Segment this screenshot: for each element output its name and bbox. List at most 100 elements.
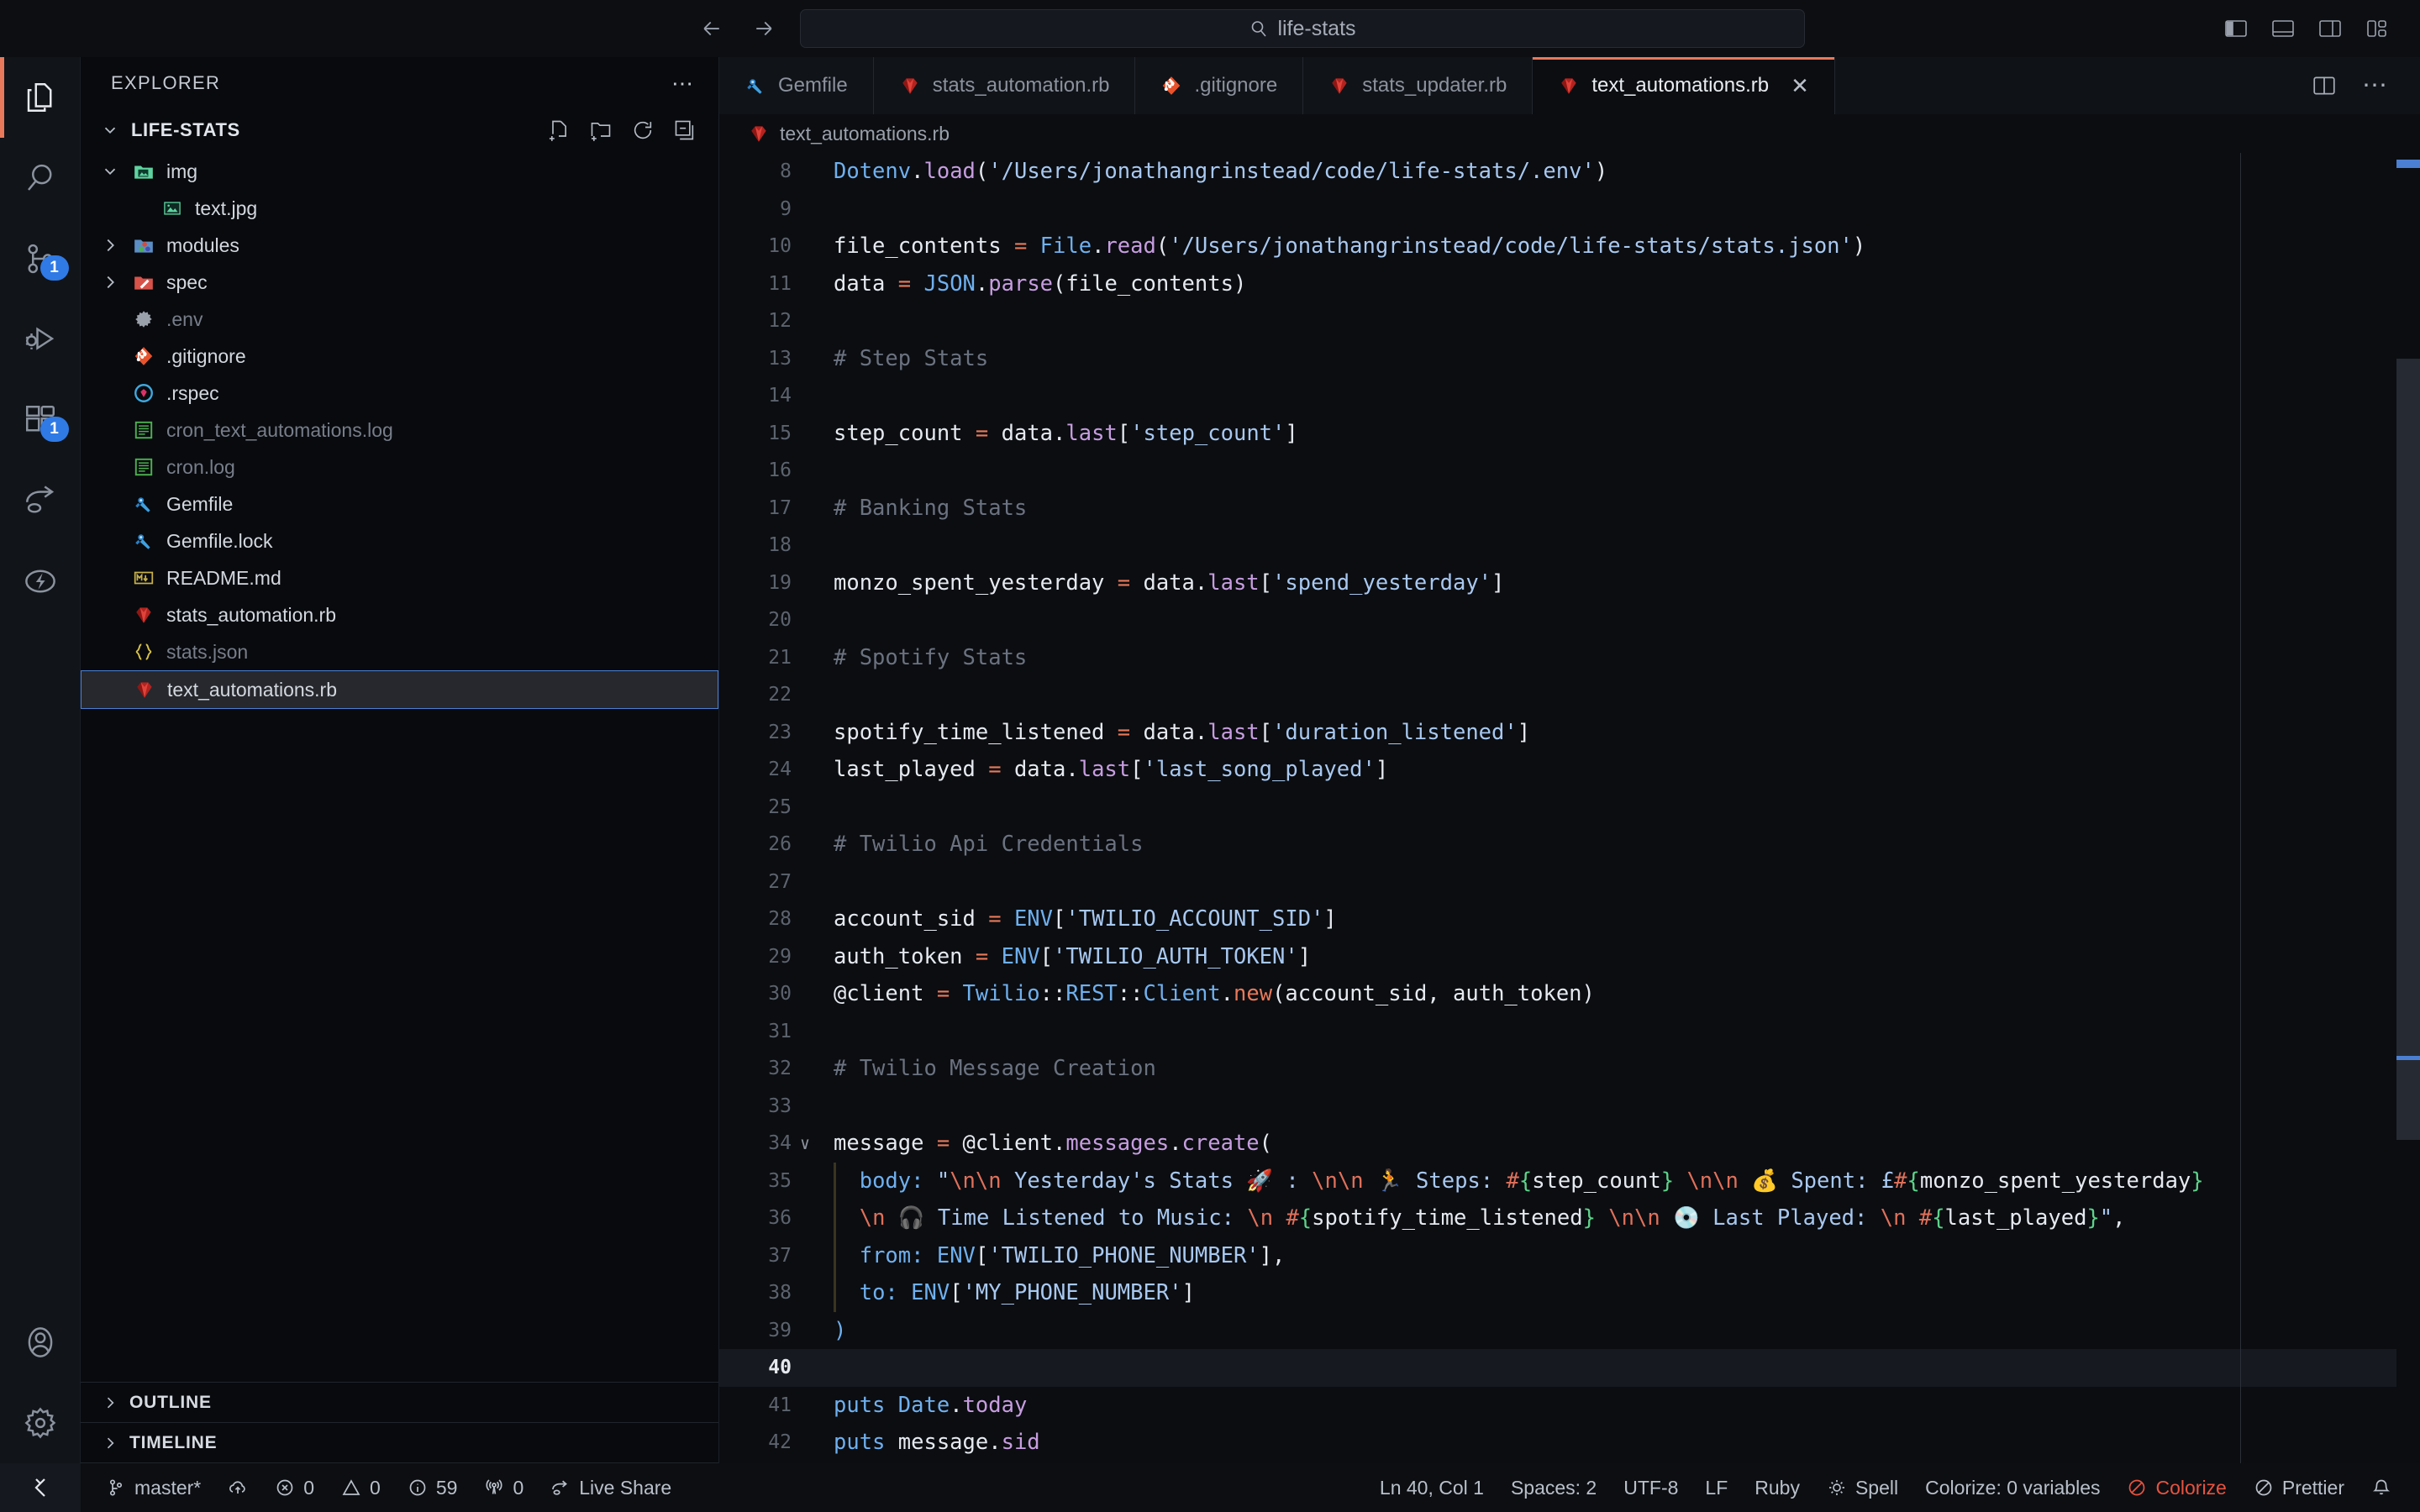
tree-item--gitignore[interactable]: .gitignore — [81, 338, 718, 375]
new-file-icon[interactable] — [547, 118, 571, 142]
code-line[interactable]: 25 — [719, 789, 2420, 827]
tree-item-img[interactable]: img — [81, 153, 718, 190]
toggle-secondary-sidebar-icon[interactable] — [2317, 16, 2343, 41]
activity-search[interactable] — [0, 138, 81, 218]
code-line[interactable]: 14 — [719, 377, 2420, 415]
tree-item-text-jpg[interactable]: text.jpg — [81, 190, 718, 227]
status-ports[interactable]: 0 — [471, 1463, 537, 1512]
tree-item-gemfile-lock[interactable]: Gemfile.lock — [81, 522, 718, 559]
status-spell-checker[interactable]: Spell — [1813, 1463, 1912, 1512]
code-line[interactable]: 30 @client = Twilio::REST::Client.new(acc… — [719, 975, 2420, 1013]
code-line[interactable]: 21 # Spotify Stats — [719, 639, 2420, 677]
tree-item-text-automations-rb[interactable]: text_automations.rb — [81, 670, 718, 709]
status-infos[interactable]: 59 — [394, 1463, 471, 1512]
code-line[interactable]: 41 puts Date.today — [719, 1387, 2420, 1425]
code-line[interactable]: 39) — [719, 1312, 2420, 1350]
status-errors[interactable]: 0 — [261, 1463, 328, 1512]
code-line[interactable]: 22 — [719, 676, 2420, 714]
status-colorize-variables[interactable]: Colorize: 0 variables — [1912, 1463, 2113, 1512]
code-line[interactable]: 32 # Twilio Message Creation — [719, 1050, 2420, 1088]
code-line[interactable]: 23 spotify_time_listened = data.last['dur… — [719, 714, 2420, 752]
command-center-search[interactable]: life-stats — [800, 9, 1805, 48]
code-line[interactable]: 37 from: ENV['TWILIO_PHONE_NUMBER'], — [719, 1236, 2420, 1274]
code-line[interactable]: 43 — [719, 1462, 2420, 1464]
status-language-mode[interactable]: Ruby — [1741, 1463, 1813, 1512]
tree-item-stats-json[interactable]: stats.json — [81, 633, 718, 670]
close-icon[interactable]: ✕ — [1791, 73, 1809, 99]
code-line[interactable]: 36 \n 🎧 Time Listened to Music: \n #{spo… — [719, 1200, 2420, 1237]
status-warnings[interactable]: 0 — [328, 1463, 394, 1512]
code-editor[interactable]: 8 Dotenv.load('/Users/jonathangrinstead/c… — [719, 153, 2420, 1463]
status-branch[interactable]: master* — [92, 1463, 214, 1512]
activity-thunder-client[interactable] — [0, 541, 81, 622]
code-line[interactable]: 12 — [719, 302, 2420, 340]
editor-overview-ruler[interactable] — [2396, 153, 2420, 1463]
code-line[interactable]: 19 monzo_spent_yesterday = data.last['spe… — [719, 564, 2420, 602]
status-notifications[interactable] — [2358, 1463, 2405, 1512]
customize-layout-icon[interactable] — [2365, 16, 2390, 41]
tree-item-cron-log[interactable]: cron.log — [81, 449, 718, 486]
status-colorize-toggle[interactable]: Colorize — [2113, 1463, 2239, 1512]
tree-item-stats-automation-rb[interactable]: stats_automation.rb — [81, 596, 718, 633]
activity-explorer[interactable] — [0, 57, 81, 138]
code-line[interactable]: 17 # Banking Stats — [719, 490, 2420, 528]
more-actions-icon[interactable]: ⋯ — [2362, 73, 2390, 98]
chevron-down-icon[interactable] — [99, 160, 121, 182]
collapse-all-icon[interactable] — [673, 118, 697, 142]
code-line[interactable]: 42 puts message.sid — [719, 1424, 2420, 1462]
status-sync[interactable] — [214, 1463, 261, 1512]
toggle-primary-sidebar-icon[interactable] — [2223, 16, 2249, 41]
code-line[interactable]: 8 Dotenv.load('/Users/jonathangrinstead/c… — [719, 153, 2420, 191]
code-line[interactable]: 13 # Step Stats — [719, 340, 2420, 378]
code-line[interactable]: 34 ∨ message = @client.messages.create( — [719, 1125, 2420, 1163]
status-cursor-position[interactable]: Ln 40, Col 1 — [1366, 1463, 1497, 1512]
status-indentation[interactable]: Spaces: 2 — [1497, 1463, 1610, 1512]
code-line[interactable]: 27 — [719, 864, 2420, 901]
code-line[interactable]: 15 step_count = data.last['step_count'] — [719, 415, 2420, 453]
editor-tab--gitignore[interactable]: .gitignore — [1135, 57, 1304, 114]
code-line[interactable]: 10 file_contents = File.read('/Users/jona… — [719, 228, 2420, 265]
code-line[interactable]: 33 — [719, 1088, 2420, 1126]
code-line[interactable]: 16 — [719, 452, 2420, 490]
code-line[interactable]: 31 — [719, 1013, 2420, 1051]
chevron-right-icon[interactable] — [99, 271, 121, 293]
status-encoding[interactable]: UTF-8 — [1610, 1463, 1691, 1512]
editor-tab-text-automations-rb[interactable]: text_automations.rb ✕ — [1533, 57, 1835, 114]
ellipsis-icon[interactable]: ⋯ — [671, 72, 695, 94]
fold-chevron-icon[interactable]: ∨ — [800, 1125, 810, 1163]
code-line[interactable]: 18 — [719, 527, 2420, 564]
refresh-icon[interactable] — [631, 118, 655, 142]
editor-scrollbar-thumb[interactable] — [2396, 359, 2420, 1140]
editor-tab-stats-automation-rb[interactable]: stats_automation.rb — [873, 57, 1136, 114]
tree-item--rspec[interactable]: .rspec — [81, 375, 718, 412]
code-line[interactable]: 38 to: ENV['MY_PHONE_NUMBER'] — [719, 1274, 2420, 1312]
activity-source-control[interactable]: 1 — [0, 218, 81, 299]
code-line[interactable]: 26 # Twilio Api Credentials — [719, 826, 2420, 864]
code-content[interactable]: 8 Dotenv.load('/Users/jonathangrinstead/c… — [719, 153, 2420, 1463]
code-line[interactable]: 40 — [719, 1349, 2420, 1387]
remote-window-indicator[interactable] — [0, 1463, 81, 1512]
tree-item-modules[interactable]: modules — [81, 227, 718, 264]
chevron-right-icon[interactable] — [99, 234, 121, 256]
section-outline[interactable]: OUTLINE — [81, 1383, 718, 1423]
editor-tab-gemfile[interactable]: Gemfile — [719, 57, 874, 114]
arrow-left-icon[interactable] — [697, 14, 726, 43]
toggle-panel-icon[interactable] — [2270, 16, 2296, 41]
tree-item--env[interactable]: .env — [81, 301, 718, 338]
tree-item-readme-md[interactable]: README.md — [81, 559, 718, 596]
workspace-root-row[interactable]: LIFE-STATS — [81, 109, 718, 151]
code-line[interactable]: 35 body: "\n\n Yesterday's Stats 🚀 : \n\… — [719, 1162, 2420, 1200]
arrow-right-icon[interactable] — [750, 14, 778, 43]
status-prettier[interactable]: Prettier — [2240, 1463, 2358, 1512]
split-editor-icon[interactable] — [2312, 74, 2337, 97]
activity-run-and-debug[interactable] — [0, 299, 81, 380]
tree-item-gemfile[interactable]: Gemfile — [81, 486, 718, 522]
activity-accounts[interactable] — [0, 1302, 81, 1383]
code-line[interactable]: 20 — [719, 601, 2420, 639]
code-line[interactable]: 9 — [719, 191, 2420, 228]
status-eol[interactable]: LF — [1691, 1463, 1741, 1512]
code-line[interactable]: 29 auth_token = ENV['TWILIO_AUTH_TOKEN'] — [719, 938, 2420, 976]
activity-live-share[interactable] — [0, 460, 81, 541]
activity-manage-settings[interactable] — [0, 1383, 81, 1463]
activity-extensions[interactable]: 1 — [0, 380, 81, 460]
